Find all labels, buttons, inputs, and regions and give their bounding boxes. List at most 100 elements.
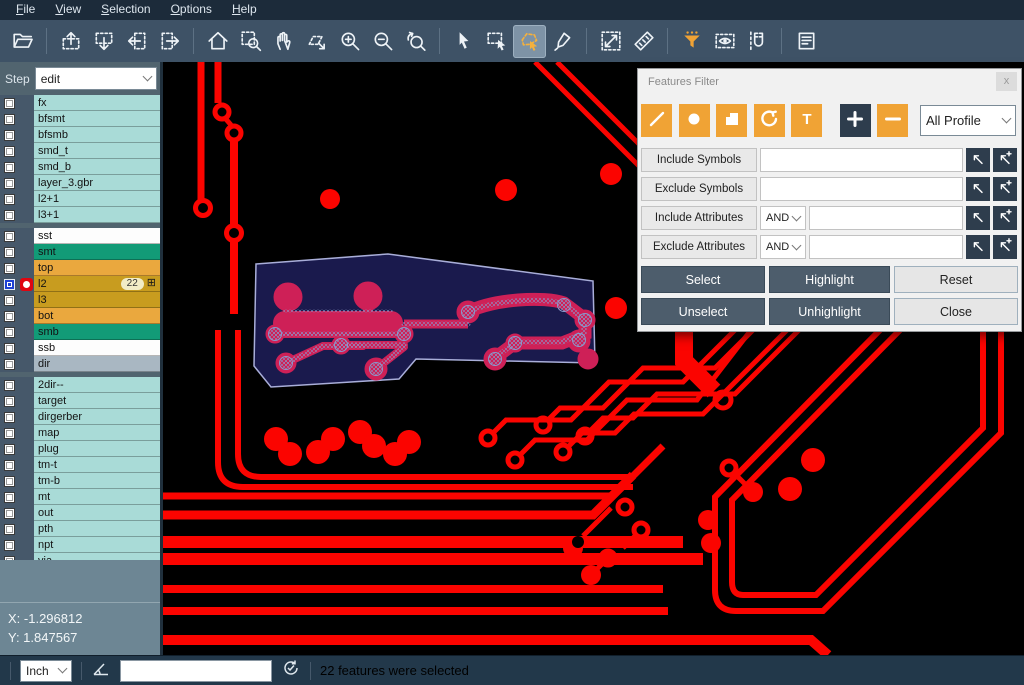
work-layer-cell[interactable] bbox=[18, 191, 34, 207]
work-layer-cell[interactable] bbox=[18, 377, 34, 393]
layer-visibility-checkbox[interactable] bbox=[4, 428, 15, 439]
select-button[interactable]: Select bbox=[641, 266, 765, 293]
layer-visibility-checkbox[interactable] bbox=[4, 508, 15, 519]
layer-label[interactable]: map bbox=[34, 425, 160, 441]
angle-mode-icon[interactable] bbox=[91, 658, 111, 683]
ruler-button[interactable] bbox=[627, 25, 660, 58]
work-layer-cell[interactable] bbox=[18, 537, 34, 553]
include-attributes-and-select[interactable]: AND bbox=[760, 206, 806, 230]
menu-view[interactable]: View bbox=[45, 1, 91, 19]
layer-label[interactable]: out bbox=[34, 505, 160, 521]
include-symbols-label[interactable]: Include Symbols bbox=[641, 148, 757, 172]
pan-down-button[interactable] bbox=[87, 25, 120, 58]
pick-add-symbol-button[interactable] bbox=[993, 148, 1017, 172]
layer-visibility-checkbox[interactable] bbox=[4, 380, 15, 391]
layer-visibility-checkbox[interactable] bbox=[4, 396, 15, 407]
clear-brush-button[interactable] bbox=[546, 25, 579, 58]
layer-label[interactable]: npt bbox=[34, 537, 160, 553]
filter-text-button[interactable]: T bbox=[791, 104, 822, 137]
work-layer-cell[interactable] bbox=[18, 111, 34, 127]
reset-button[interactable]: Reset bbox=[894, 266, 1018, 293]
pan-right-button[interactable] bbox=[153, 25, 186, 58]
snap-magnet-button[interactable] bbox=[741, 25, 774, 58]
unhighlight-button[interactable]: Unhighlight bbox=[769, 298, 890, 325]
work-layer-cell[interactable] bbox=[18, 324, 34, 340]
measure-distance-button[interactable] bbox=[594, 25, 627, 58]
unselect-button[interactable]: Unselect bbox=[641, 298, 765, 325]
layer-visibility-checkbox[interactable] bbox=[4, 359, 15, 370]
filter-surface-button[interactable] bbox=[716, 104, 747, 137]
transform-shape-button[interactable] bbox=[300, 25, 333, 58]
menu-help[interactable]: Help bbox=[222, 1, 267, 19]
work-layer-cell[interactable] bbox=[18, 505, 34, 521]
report-list-button[interactable] bbox=[789, 25, 822, 58]
layer-label[interactable]: layer_3.gbr bbox=[34, 175, 160, 191]
layer-visibility-checkbox[interactable] bbox=[4, 98, 15, 109]
zoom-previous-button[interactable] bbox=[399, 25, 432, 58]
layer-visibility-checkbox[interactable] bbox=[4, 231, 15, 242]
work-layer-cell[interactable] bbox=[18, 441, 34, 457]
work-layer-cell[interactable] bbox=[18, 409, 34, 425]
work-layer-cell[interactable] bbox=[18, 127, 34, 143]
include-attributes-input[interactable] bbox=[809, 206, 963, 230]
work-layer-cell[interactable] bbox=[18, 489, 34, 505]
work-layer-cell[interactable] bbox=[18, 159, 34, 175]
open-project-button[interactable] bbox=[6, 25, 39, 58]
pick-symbol-button[interactable] bbox=[966, 177, 990, 201]
menu-options[interactable]: Options bbox=[161, 1, 222, 19]
close-button[interactable]: Close bbox=[894, 298, 1018, 325]
include-symbols-input[interactable] bbox=[760, 148, 963, 172]
layer-visibility-checkbox[interactable] bbox=[4, 476, 15, 487]
filter-remove-button[interactable] bbox=[877, 104, 908, 137]
layer-visibility-checkbox[interactable] bbox=[4, 492, 15, 503]
layer-label[interactable]: bfsmb bbox=[34, 127, 160, 143]
layer-label[interactable]: pth bbox=[34, 521, 160, 537]
menu-selection[interactable]: Selection bbox=[91, 1, 160, 19]
work-layer-cell[interactable] bbox=[18, 457, 34, 473]
work-layer-cell[interactable] bbox=[18, 356, 34, 372]
layer-visibility-checkbox[interactable] bbox=[4, 412, 15, 423]
zoom-in-button[interactable] bbox=[333, 25, 366, 58]
exclude-attributes-and-select[interactable]: AND bbox=[760, 235, 806, 259]
layer-label[interactable]: l2+1 bbox=[34, 191, 160, 207]
layer-visibility-checkbox[interactable] bbox=[4, 130, 15, 141]
work-layer-cell[interactable] bbox=[18, 276, 34, 292]
work-layer-cell[interactable] bbox=[18, 308, 34, 324]
work-layer-cell[interactable] bbox=[18, 340, 34, 356]
pick-add-attribute-button[interactable] bbox=[993, 235, 1017, 259]
work-layer-cell[interactable] bbox=[18, 143, 34, 159]
layer-label[interactable]: l3 bbox=[34, 292, 160, 308]
layer-visibility-checkbox[interactable] bbox=[4, 460, 15, 471]
sync-refresh-icon[interactable] bbox=[281, 658, 301, 683]
zoom-out-button[interactable] bbox=[366, 25, 399, 58]
pan-left-button[interactable] bbox=[120, 25, 153, 58]
include-attributes-label[interactable]: Include Attributes bbox=[641, 206, 757, 230]
layer-label[interactable]: bot bbox=[34, 308, 160, 324]
pick-add-attribute-button[interactable] bbox=[993, 206, 1017, 230]
work-layer-cell[interactable] bbox=[18, 244, 34, 260]
layer-visibility-checkbox[interactable] bbox=[4, 343, 15, 354]
layer-visibility-checkbox[interactable] bbox=[4, 524, 15, 535]
highlight-button[interactable]: Highlight bbox=[769, 266, 890, 293]
layer-label[interactable]: plug bbox=[34, 441, 160, 457]
pan-up-button[interactable] bbox=[54, 25, 87, 58]
menu-file[interactable]: File bbox=[6, 1, 45, 19]
layer-label[interactable]: smd_b bbox=[34, 159, 160, 175]
layer-label[interactable]: ssb bbox=[34, 340, 160, 356]
pick-attribute-button[interactable] bbox=[966, 235, 990, 259]
layer-label[interactable]: smb bbox=[34, 324, 160, 340]
layer-visibility-checkbox[interactable] bbox=[4, 444, 15, 455]
layer-visibility-checkbox[interactable] bbox=[4, 114, 15, 125]
layer-visibility-checkbox[interactable] bbox=[4, 295, 15, 306]
layer-label[interactable]: target bbox=[34, 393, 160, 409]
layer-label[interactable]: tm-b bbox=[34, 473, 160, 489]
layer-label[interactable]: 2dir-- bbox=[34, 377, 160, 393]
work-layer-cell[interactable] bbox=[18, 175, 34, 191]
step-select[interactable]: edit bbox=[35, 67, 157, 90]
layer-visibility-checkbox[interactable] bbox=[4, 210, 15, 221]
layer-label[interactable]: l222⊞ bbox=[34, 276, 160, 292]
work-layer-cell[interactable] bbox=[18, 228, 34, 244]
work-layer-cell[interactable] bbox=[18, 207, 34, 223]
layer-label[interactable]: l3+1 bbox=[34, 207, 160, 223]
filter-line-button[interactable] bbox=[641, 104, 672, 137]
